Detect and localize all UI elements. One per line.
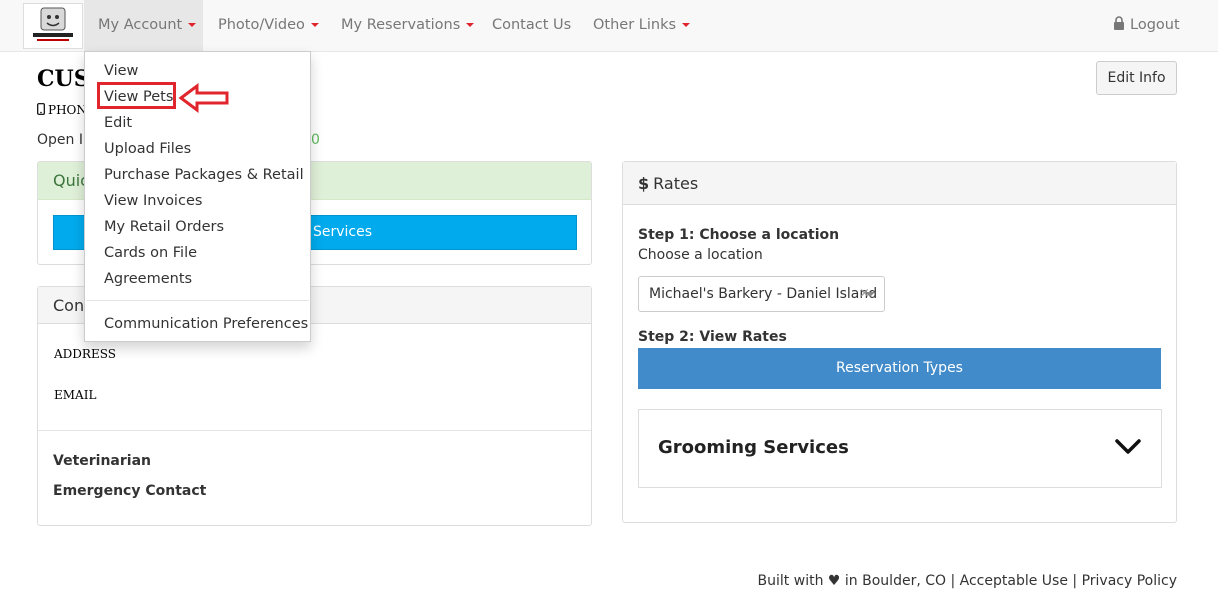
- step2-title: Step 2: View Rates: [638, 329, 787, 345]
- menu-item-communication-preferences[interactable]: Communication Preferences: [104, 314, 308, 334]
- nav-photo-video[interactable]: Photo/Video: [218, 0, 319, 51]
- menu-item-my-retail-orders[interactable]: My Retail Orders: [104, 217, 224, 237]
- annotation-highlight-box: [97, 82, 176, 109]
- grooming-services-accordion[interactable]: Grooming Services: [638, 409, 1162, 488]
- menu-item-purchase-packages[interactable]: Purchase Packages & Retail: [104, 165, 304, 185]
- contact-divider: [38, 430, 591, 431]
- caret-down-icon: [466, 23, 475, 27]
- menu-item-agreements[interactable]: Agreements: [104, 269, 192, 289]
- nav-other-links[interactable]: Other Links: [593, 0, 691, 51]
- phone-line: PHON: [37, 103, 87, 117]
- address-label: ADDRESS: [54, 347, 116, 361]
- annotation-arrow-icon: [178, 83, 229, 113]
- rates-heading: $ Rates: [623, 162, 1176, 205]
- privacy-policy-link[interactable]: Privacy Policy: [1082, 573, 1177, 589]
- footer-separator: |: [950, 573, 956, 589]
- chevron-down-icon[interactable]: [865, 292, 875, 297]
- heart-icon: ♥: [827, 573, 841, 589]
- lock-icon: [1114, 16, 1124, 30]
- rates-panel: $ Rates Step 1: Choose a location Choose …: [622, 161, 1177, 523]
- nav-my-account-label: My Account: [98, 17, 183, 33]
- footer-separator: |: [1072, 573, 1078, 589]
- step1-title: Step 1: Choose a location: [638, 227, 840, 243]
- dollar-icon: $: [638, 174, 650, 193]
- nav-my-reservations-label: My Reservations: [341, 17, 461, 33]
- veterinarian-label: Veterinarian: [53, 453, 151, 469]
- top-navbar: My Account Photo/Video My Reservations C…: [0, 0, 1218, 52]
- phone-label: PHON: [48, 103, 87, 117]
- acceptable-use-link[interactable]: Acceptable Use: [960, 573, 1068, 589]
- caret-down-icon: [188, 23, 197, 27]
- mobile-phone-icon: [37, 103, 45, 115]
- caret-down-icon: [310, 23, 319, 27]
- open-invoices-amount[interactable]: 0: [311, 132, 320, 148]
- edit-info-button[interactable]: Edit Info: [1096, 61, 1177, 95]
- step1-subtitle: Choose a location: [638, 247, 763, 263]
- customer-name-heading: CUS: [37, 66, 90, 92]
- built-with-prefix: Built with: [757, 573, 824, 589]
- page-footer: Built with ♥ in Boulder, CO | Acceptable…: [758, 573, 1177, 589]
- nav-photo-video-label: Photo/Video: [218, 17, 305, 33]
- nav-contact-us-label: Contact Us: [492, 17, 572, 33]
- menu-item-edit[interactable]: Edit: [104, 113, 132, 133]
- nav-my-account[interactable]: My Account: [84, 0, 203, 51]
- logout-link[interactable]: Logout: [1113, 0, 1180, 51]
- location-selected-value: Michael's Barkery - Daniel Island: [649, 286, 878, 302]
- menu-item-cards-on-file[interactable]: Cards on File: [104, 243, 197, 263]
- menu-item-upload-files[interactable]: Upload Files: [104, 139, 191, 159]
- nav-contact-us[interactable]: Contact Us: [492, 0, 571, 51]
- chevron-down-icon[interactable]: [1115, 438, 1141, 456]
- reservation-types-button[interactable]: Reservation Types: [638, 348, 1161, 389]
- location-select[interactable]: Michael's Barkery - Daniel Island ×: [638, 276, 885, 312]
- grooming-services-title: Grooming Services: [658, 437, 849, 458]
- nav-other-links-label: Other Links: [593, 17, 677, 33]
- barkery-logo-icon: [33, 7, 73, 41]
- menu-divider: [86, 300, 309, 301]
- rates-heading-label: Rates: [653, 174, 699, 193]
- nav-my-reservations[interactable]: My Reservations: [341, 0, 475, 51]
- menu-item-view[interactable]: View: [104, 61, 138, 81]
- brand-logo[interactable]: [23, 3, 83, 49]
- email-label: EMAIL: [54, 388, 97, 402]
- emergency-contact-label: Emergency Contact: [53, 483, 207, 499]
- built-with-suffix: in Boulder, CO: [844, 573, 947, 589]
- caret-down-icon: [682, 23, 691, 27]
- menu-item-view-invoices[interactable]: View Invoices: [104, 191, 202, 211]
- services-button-label: Services: [313, 224, 373, 240]
- logout-label: Logout: [1130, 17, 1180, 33]
